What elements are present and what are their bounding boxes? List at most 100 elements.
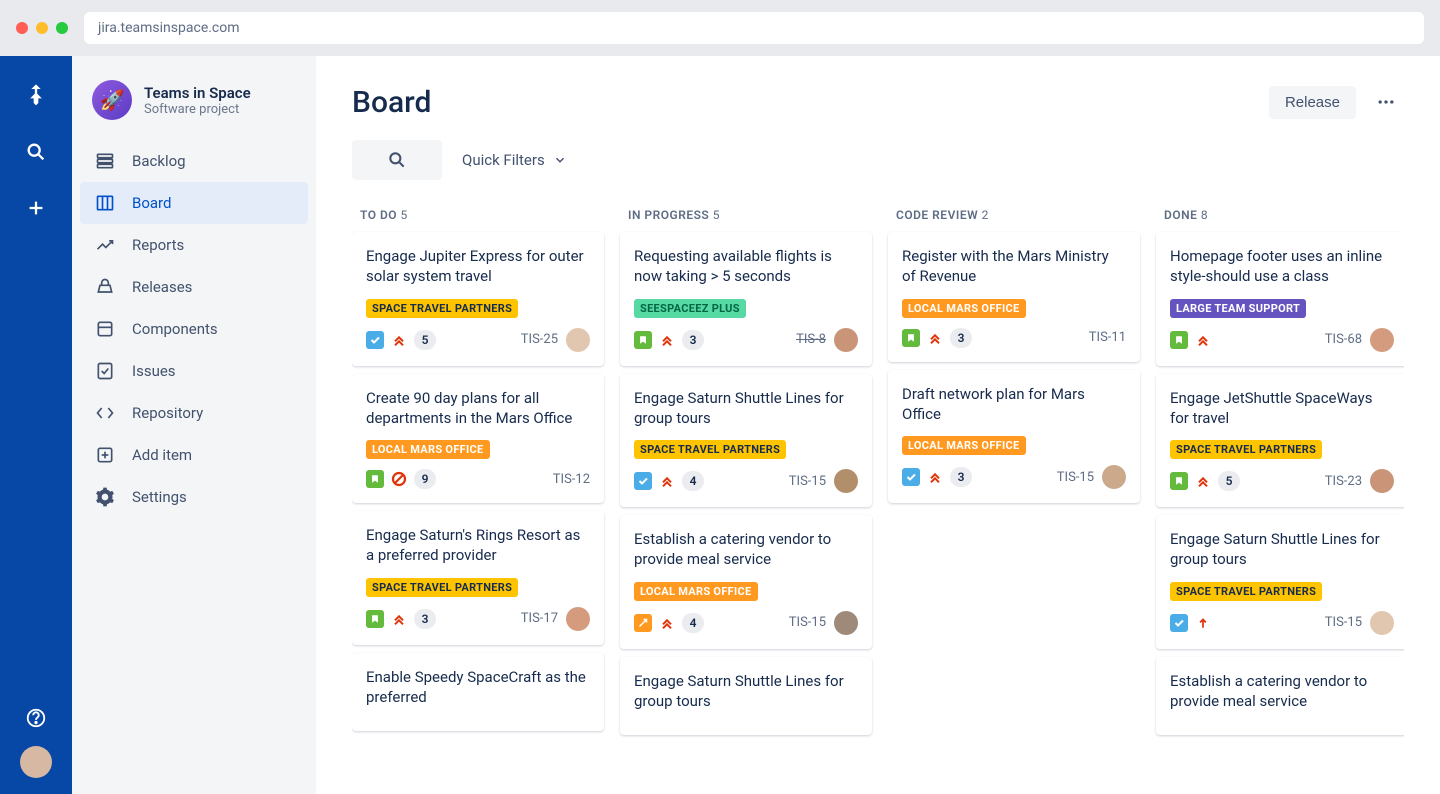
column-name: IN PROGRESS — [628, 208, 709, 222]
priority-highest-icon — [658, 614, 676, 632]
issue-card[interactable]: Establish a catering vendor to provide m… — [1156, 657, 1404, 736]
story-points-badge: 3 — [682, 330, 704, 350]
issue-card[interactable]: Establish a catering vendor to provide m… — [620, 515, 872, 649]
page-title: Board — [352, 85, 431, 120]
task-type-icon — [902, 468, 920, 486]
story-points-badge: 9 — [414, 469, 436, 489]
task-type-icon — [634, 472, 652, 490]
card-tag: LARGE TEAM SUPPORT — [1170, 299, 1306, 318]
card-title: Engage Jupiter Express for outer solar s… — [366, 246, 590, 287]
card-tag: LOCAL MARS OFFICE — [366, 440, 490, 459]
issue-card[interactable]: Draft network plan for Mars OfficeLOCAL … — [888, 370, 1140, 504]
project-title: Teams in Space — [144, 84, 251, 102]
settings-icon — [94, 486, 116, 508]
release-button[interactable]: Release — [1269, 86, 1356, 119]
priority-blocker-icon — [390, 470, 408, 488]
issue-card[interactable]: Engage JetShuttle SpaceWays for travelSP… — [1156, 374, 1404, 508]
task-type-icon — [1170, 614, 1188, 632]
card-tag: SPACE TRAVEL PARTNERS — [634, 440, 786, 459]
minimize-window-icon[interactable] — [36, 22, 48, 34]
more-actions-icon[interactable] — [1368, 84, 1404, 120]
project-type: Software project — [144, 102, 251, 117]
sidebar-item-settings[interactable]: Settings — [80, 476, 308, 518]
sidebar-item-issues[interactable]: Issues — [80, 350, 308, 392]
issue-card[interactable]: Engage Saturn's Rings Resort as a prefer… — [352, 511, 604, 645]
assignee-avatar[interactable] — [834, 611, 858, 635]
issue-card[interactable]: Engage Saturn Shuttle Lines for group to… — [620, 657, 872, 736]
card-title: Engage Saturn Shuttle Lines for group to… — [1170, 529, 1394, 570]
sidebar-item-reports[interactable]: Reports — [80, 224, 308, 266]
issue-card[interactable]: Engage Jupiter Express for outer solar s… — [352, 232, 604, 366]
assignee-avatar[interactable] — [1102, 465, 1126, 489]
sidebar-item-label: Repository — [132, 404, 203, 422]
jira-logo-icon[interactable] — [20, 80, 52, 112]
card-tag: LOCAL MARS OFFICE — [902, 299, 1026, 318]
story-points-badge: 3 — [414, 609, 436, 629]
assignee-avatar[interactable] — [566, 328, 590, 352]
column-count: 8 — [1201, 208, 1208, 222]
issue-id: TIS-15 — [789, 615, 826, 630]
issue-id: TIS-11 — [1089, 330, 1126, 345]
priority-highest-icon — [390, 331, 408, 349]
sidebar-item-label: Add item — [132, 446, 192, 464]
card-title: Homepage footer uses an inline style-sho… — [1170, 246, 1394, 287]
card-title: Register with the Mars Ministry of Reven… — [902, 246, 1126, 287]
card-tag: LOCAL MARS OFFICE — [634, 582, 758, 601]
sidebar-item-label: Reports — [132, 236, 184, 254]
issues-icon — [94, 360, 116, 382]
url-bar[interactable]: jira.teamsinspace.com — [84, 12, 1424, 44]
issue-id: TIS-15 — [1325, 615, 1362, 630]
sidebar-item-add[interactable]: Add item — [80, 434, 308, 476]
issue-card[interactable]: Register with the Mars Ministry of Reven… — [888, 232, 1140, 362]
column-header: DONE 8 — [1156, 198, 1404, 232]
maximize-window-icon[interactable] — [56, 22, 68, 34]
assignee-avatar[interactable] — [1370, 328, 1394, 352]
add-icon — [94, 444, 116, 466]
close-window-icon[interactable] — [16, 22, 28, 34]
issue-id: TIS-23 — [1325, 474, 1362, 489]
board-search-input[interactable] — [352, 140, 442, 180]
project-header[interactable]: 🚀 Teams in Space Software project — [80, 80, 308, 140]
sidebar-item-label: Releases — [132, 278, 192, 296]
issue-card[interactable]: Create 90 day plans for all departments … — [352, 374, 604, 504]
issue-card[interactable]: Homepage footer uses an inline style-sho… — [1156, 232, 1404, 366]
board-column: TO DO 5Engage Jupiter Express for outer … — [352, 198, 604, 794]
assignee-avatar[interactable] — [1370, 469, 1394, 493]
card-title: Draft network plan for Mars Office — [902, 384, 1126, 425]
search-icon[interactable] — [20, 136, 52, 168]
story-type-icon — [1170, 331, 1188, 349]
chevron-down-icon — [553, 153, 567, 167]
sidebar-item-repository[interactable]: Repository — [80, 392, 308, 434]
subtask-type-icon — [634, 614, 652, 632]
main-content: Board Release Quick Filters TO DO 5Engag… — [316, 56, 1440, 794]
issue-id: TIS-15 — [789, 474, 826, 489]
issue-card[interactable]: Engage Saturn Shuttle Lines for group to… — [1156, 515, 1404, 649]
assignee-avatar[interactable] — [834, 469, 858, 493]
card-title: Requesting available flights is now taki… — [634, 246, 858, 287]
issue-card[interactable]: Requesting available flights is now taki… — [620, 232, 872, 366]
priority-highest-icon — [1194, 331, 1212, 349]
browser-chrome: jira.teamsinspace.com — [0, 0, 1440, 56]
card-title: Establish a catering vendor to provide m… — [634, 529, 858, 570]
backlog-icon — [94, 150, 116, 172]
issue-card[interactable]: Engage Saturn Shuttle Lines for group to… — [620, 374, 872, 508]
sidebar-item-releases[interactable]: Releases — [80, 266, 308, 308]
project-avatar-icon: 🚀 — [92, 80, 132, 120]
board-column: CODE REVIEW 2 Register with the Mars Mini… — [888, 198, 1140, 794]
board-column: DONE 8 Homepage footer uses an inline sty… — [1156, 198, 1404, 794]
card-title: Enable Speedy SpaceCraft as the preferre… — [366, 667, 590, 708]
assignee-avatar[interactable] — [1370, 611, 1394, 635]
help-icon[interactable] — [20, 702, 52, 734]
column-header: CODE REVIEW 2 — [888, 198, 1140, 232]
sidebar-item-backlog[interactable]: Backlog — [80, 140, 308, 182]
quick-filters-dropdown[interactable]: Quick Filters — [462, 151, 567, 169]
assignee-avatar[interactable] — [834, 328, 858, 352]
sidebar-item-components[interactable]: Components — [80, 308, 308, 350]
create-icon[interactable] — [20, 192, 52, 224]
assignee-avatar[interactable] — [566, 607, 590, 631]
issue-id: TIS-17 — [521, 611, 558, 626]
column-count: 5 — [713, 208, 720, 222]
sidebar-item-board[interactable]: Board — [80, 182, 308, 224]
issue-card[interactable]: Enable Speedy SpaceCraft as the preferre… — [352, 653, 604, 732]
user-avatar[interactable] — [20, 746, 52, 778]
